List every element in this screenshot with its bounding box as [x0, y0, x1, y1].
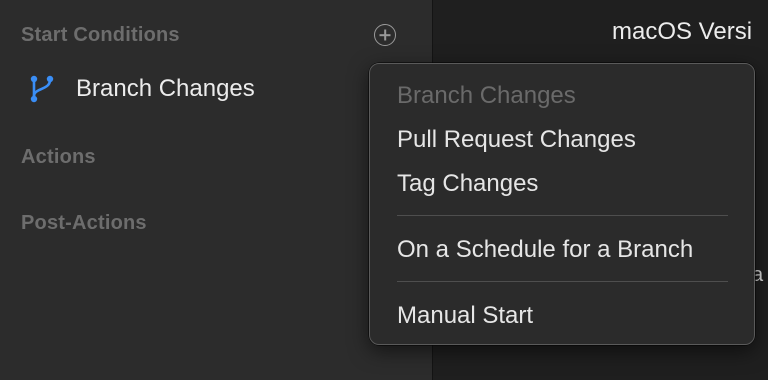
menu-separator [397, 215, 728, 216]
window: Start Conditions Branch Changes Actions … [0, 0, 768, 380]
menu-item-on-a-schedule[interactable]: On a Schedule for a Branch [397, 236, 693, 264]
start-condition-item-branch-changes[interactable]: Branch Changes [28, 72, 255, 106]
section-header-post-actions: Post-Actions [21, 212, 147, 234]
menu-separator [397, 281, 728, 282]
menu-item-tag-changes[interactable]: Tag Changes [397, 170, 538, 198]
section-header-start-conditions: Start Conditions [21, 24, 180, 46]
menu-item-pull-request-changes[interactable]: Pull Request Changes [397, 126, 636, 154]
detail-title: macOS Versi [612, 18, 753, 45]
add-start-condition-button[interactable] [374, 24, 396, 46]
branch-icon [30, 75, 54, 103]
section-header-actions: Actions [21, 146, 96, 168]
start-condition-menu: Branch Changes Pull Request Changes Tag … [369, 63, 755, 345]
menu-item-manual-start[interactable]: Manual Start [397, 302, 533, 330]
start-condition-label: Branch Changes [76, 75, 255, 102]
menu-item-branch-changes: Branch Changes [397, 82, 576, 109]
